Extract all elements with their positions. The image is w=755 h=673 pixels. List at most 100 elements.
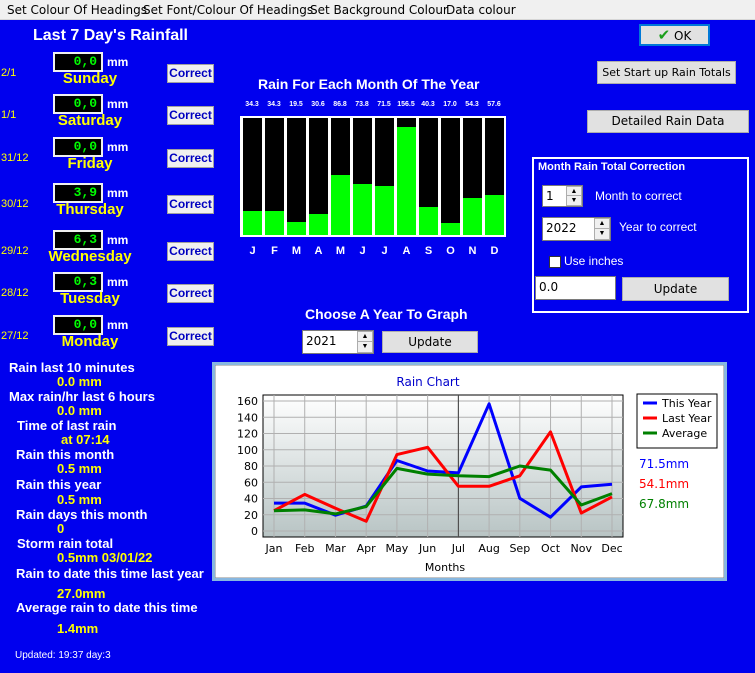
ok-button[interactable]: ✔ OK (639, 24, 710, 46)
stat-value: 0.5mm 03/01/22 (57, 550, 153, 565)
up-arrow-icon[interactable]: ▲ (567, 187, 581, 196)
y-tick-label: 120 (237, 428, 258, 441)
y-tick-label: 80 (244, 460, 258, 473)
month-bar-value: 54.3 (465, 101, 479, 108)
month-bar (397, 127, 416, 235)
down-arrow-icon[interactable]: ▼ (358, 342, 372, 352)
graph-update-button[interactable]: Update (382, 331, 478, 353)
x-tick-label: Oct (541, 542, 561, 555)
menu-set-font-headings[interactable]: Set Font/Colour Of Headings (143, 3, 313, 17)
year-label: Year to correct (619, 220, 697, 234)
y-tick-label: 60 (244, 476, 258, 489)
stat-label: Rain to date this time last year (16, 566, 204, 581)
x-tick-label: Feb (295, 542, 314, 555)
month-bar-slot (485, 118, 504, 235)
menu-data-colour[interactable]: Data colour (446, 3, 516, 17)
month-bar (243, 211, 262, 235)
month-letter: M (335, 245, 346, 257)
correct-button-tuesday[interactable]: Correct (167, 284, 214, 303)
day-rain-value: 0,0 (53, 137, 103, 157)
month-bar-value: 34.3 (245, 101, 259, 108)
month-letter: J (381, 245, 388, 257)
stat-value: 0 (57, 521, 65, 536)
down-arrow-icon[interactable]: ▼ (595, 229, 609, 239)
mm-unit: mm (107, 97, 129, 111)
rain-chart: Rain Chart 0 20 40 60 80 100 120 140 160 Jan Feb Ma… (215, 365, 724, 578)
day-name: Friday (67, 155, 113, 172)
up-arrow-icon[interactable]: ▲ (358, 332, 372, 342)
up-arrow-icon[interactable]: ▲ (595, 219, 609, 229)
correct-button-wednesday[interactable]: Correct (167, 242, 214, 261)
correction-update-button[interactable]: Update (622, 277, 729, 301)
stat-label: Rain this year (16, 477, 102, 492)
stat-value: 27.0mm (57, 586, 106, 601)
legend-entry: Average (662, 427, 707, 440)
correct-button-friday[interactable]: Correct (167, 149, 214, 168)
mm-unit: mm (107, 275, 129, 289)
day-rain-value: 0,0 (53, 52, 103, 72)
day-name: Tuesday (60, 290, 120, 307)
day-rain-value: 0,0 (53, 94, 103, 114)
stat-label: Average rain to date this time (16, 600, 198, 615)
month-bar-value: 71.5 (377, 101, 391, 108)
month-spinner[interactable]: ▲ ▼ (566, 186, 582, 206)
stat-value: 1.4mm (57, 621, 99, 636)
mm-unit: mm (107, 318, 129, 332)
x-tick-label: May (386, 542, 409, 555)
use-inches-checkbox[interactable] (549, 256, 561, 268)
chart-title: Rain Chart (396, 375, 459, 389)
day-name: Thursday (56, 201, 124, 218)
y-tick-label: 0 (251, 525, 258, 538)
month-bar-slot (397, 118, 416, 235)
y-tick-label: 20 (244, 509, 258, 522)
month-bar (485, 195, 504, 235)
correct-button-sunday[interactable]: Correct (167, 64, 214, 83)
month-bar-slot (265, 118, 284, 235)
month-letter: A (314, 245, 323, 257)
legend-entry: This Year (661, 397, 712, 410)
stat-value: at 07:14 (61, 432, 110, 447)
down-arrow-icon[interactable]: ▼ (567, 196, 581, 205)
amount-input[interactable]: 0.0 (535, 276, 616, 300)
x-tick-label: Apr (357, 542, 377, 555)
use-inches-label: Use inches (564, 254, 624, 268)
month-bar (419, 207, 438, 235)
day-name: Monday (61, 333, 119, 350)
month-bar-slot (287, 118, 306, 235)
correction-panel: Month Rain Total Correction 1 ▲ ▼ Month t… (532, 157, 749, 313)
correct-button-thursday[interactable]: Correct (167, 195, 214, 214)
menu-set-colour-headings[interactable]: Set Colour Of Headings (7, 3, 147, 17)
series-total: 67.8mm (639, 497, 689, 511)
rain-chart-panel: Rain Chart 0 20 40 60 80 100 120 140 160 Jan Feb Ma… (212, 362, 727, 581)
graph-year-spinner[interactable]: ▲ ▼ (357, 331, 373, 353)
series-total: 71.5mm (639, 457, 689, 471)
stat-value: 0.5 mm (57, 492, 102, 507)
month-bar-value: 40.3 (421, 101, 435, 108)
month-bar (375, 186, 394, 235)
month-letter: J (249, 245, 256, 257)
month-bar-value: 30.6 (311, 101, 325, 108)
x-tick-label: Sep (509, 542, 530, 555)
month-bar-value: 34.3 (267, 101, 281, 108)
check-icon: ✔ (657, 26, 671, 44)
stat-label: Rain last 10 minutes (9, 360, 135, 375)
month-bar (287, 222, 306, 235)
x-tick-label: Jun (418, 542, 436, 555)
correct-button-monday[interactable]: Correct (167, 327, 214, 346)
year-spinner[interactable]: ▲ ▼ (594, 218, 610, 240)
y-tick-label: 40 (244, 493, 258, 506)
month-letter: O (446, 245, 455, 257)
month-bar-value: 156.5 (397, 101, 415, 108)
month-bar (331, 175, 350, 235)
seven-day-title: Last 7 Day's Rainfall (33, 27, 188, 44)
correct-button-saturday[interactable]: Correct (167, 106, 214, 125)
day-rain-value: 6,3 (53, 230, 103, 250)
menu-set-background[interactable]: Set Background Colour (310, 3, 448, 17)
y-tick-label: 100 (237, 444, 258, 457)
set-startup-totals-button[interactable]: Set Start up Rain Totals (597, 61, 736, 84)
day-name: Wednesday (48, 248, 132, 265)
stat-label: Rain this month (16, 447, 115, 462)
detailed-rain-data-button[interactable]: Detailed Rain Data (587, 110, 749, 133)
month-letter: D (490, 245, 499, 257)
mm-unit: mm (107, 140, 129, 154)
